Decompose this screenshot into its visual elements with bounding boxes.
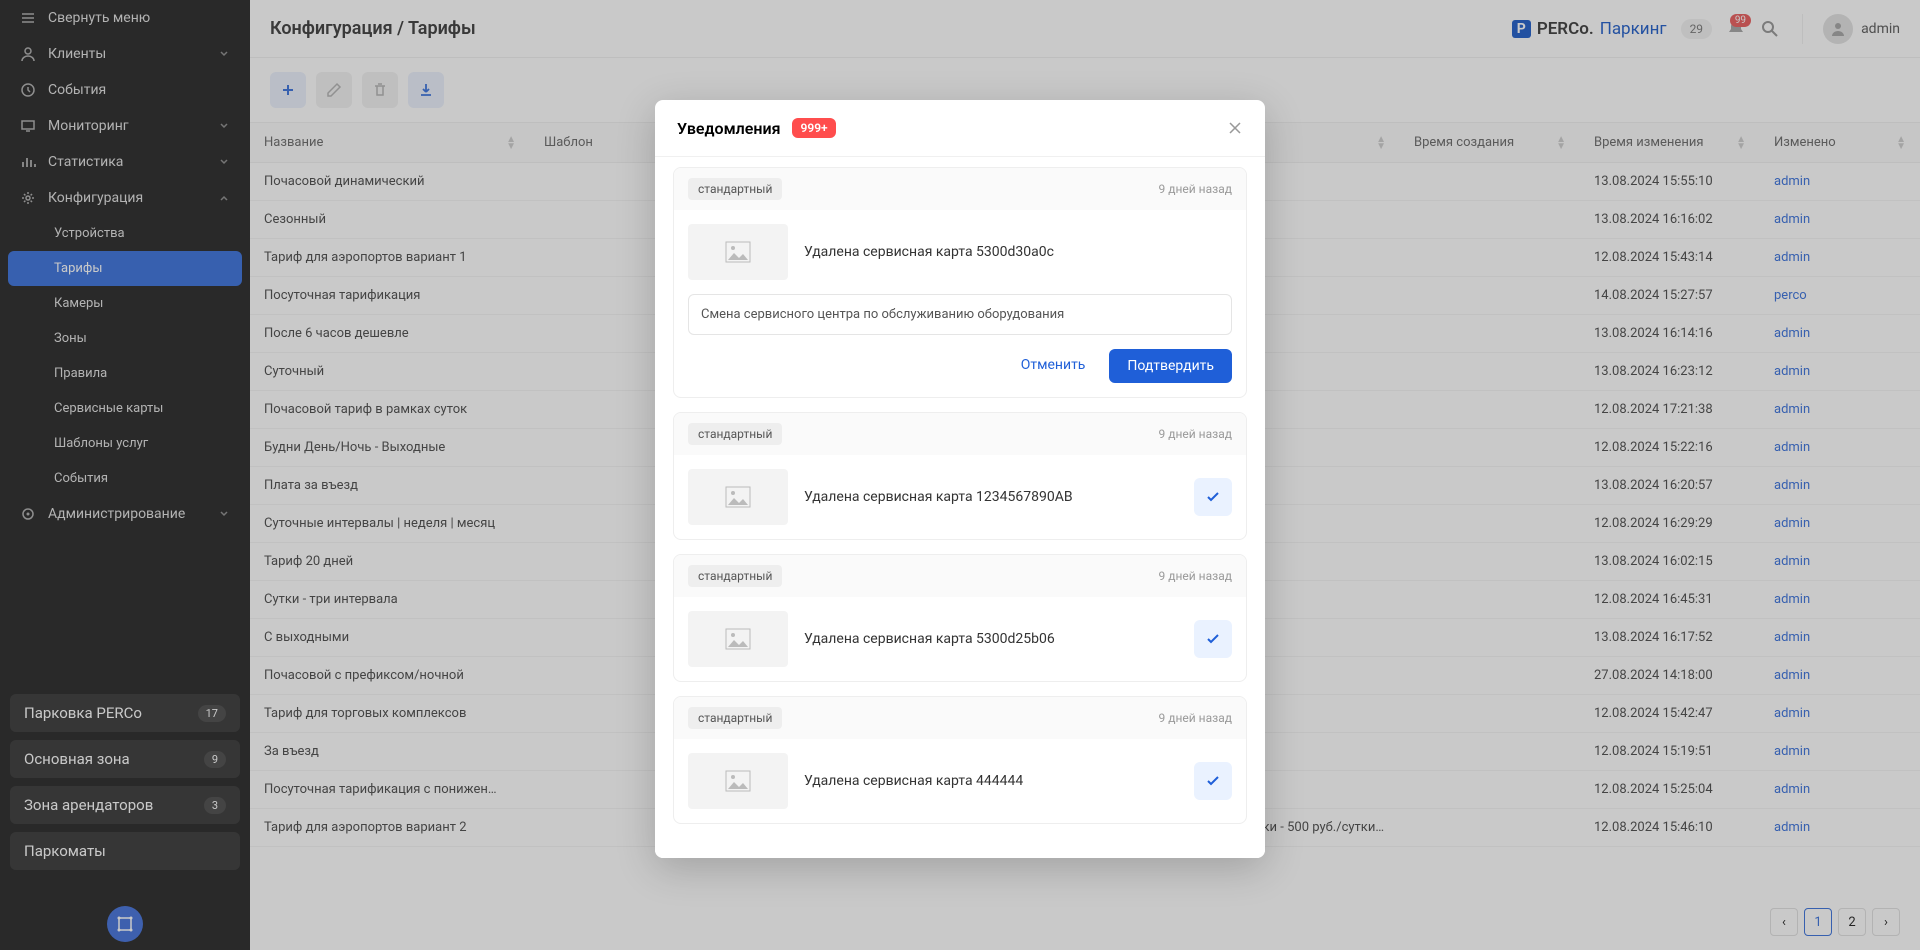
notification-text: Удалена сервисная карта 1234567890AB <box>804 489 1178 505</box>
notification-tag: стандартный <box>688 423 782 445</box>
cancel-button[interactable]: Отменить <box>1009 349 1098 383</box>
modal-overlay[interactable]: Уведомления 999+ стандартный 9 дней наза… <box>0 0 1920 950</box>
image-placeholder-icon <box>688 611 788 667</box>
notification-tag: стандартный <box>688 707 782 729</box>
notification-card: стандартный 9 дней назад Удалена сервисн… <box>673 412 1247 540</box>
modal-body: стандартный 9 дней назад Удалена сервисн… <box>655 157 1265 858</box>
image-placeholder-icon <box>688 753 788 809</box>
notification-time: 9 дней назад <box>1159 182 1232 196</box>
notification-text: Удалена сервисная карта 5300d30a0c <box>804 244 1232 260</box>
notification-time: 9 дней назад <box>1159 427 1232 441</box>
modal-badge: 999+ <box>792 118 835 138</box>
notification-text: Удалена сервисная карта 444444 <box>804 773 1178 789</box>
check-icon <box>1204 488 1222 506</box>
image-placeholder-icon <box>688 224 788 280</box>
check-icon <box>1204 630 1222 648</box>
close-button[interactable] <box>1227 120 1243 136</box>
close-icon <box>1227 120 1243 136</box>
modal-title: Уведомления <box>677 119 780 138</box>
notification-tag: стандартный <box>688 178 782 200</box>
notification-card: стандартный 9 дней назад Удалена сервисн… <box>673 167 1247 398</box>
notification-text: Удалена сервисная карта 5300d25b06 <box>804 631 1178 647</box>
confirm-check-button[interactable] <box>1194 762 1232 800</box>
confirm-button[interactable]: Подтвердить <box>1109 349 1232 383</box>
check-icon <box>1204 772 1222 790</box>
modal-header: Уведомления 999+ <box>655 100 1265 157</box>
confirm-check-button[interactable] <box>1194 620 1232 658</box>
notification-time: 9 дней назад <box>1159 711 1232 725</box>
notifications-modal: Уведомления 999+ стандартный 9 дней наза… <box>655 100 1265 858</box>
notification-tag: стандартный <box>688 565 782 587</box>
confirm-check-button[interactable] <box>1194 478 1232 516</box>
notification-time: 9 дней назад <box>1159 569 1232 583</box>
notification-card: стандартный 9 дней назад Удалена сервисн… <box>673 696 1247 824</box>
image-placeholder-icon <box>688 469 788 525</box>
comment-input[interactable]: Смена сервисного центра по обслуживанию … <box>688 294 1232 335</box>
notification-card: стандартный 9 дней назад Удалена сервисн… <box>673 554 1247 682</box>
